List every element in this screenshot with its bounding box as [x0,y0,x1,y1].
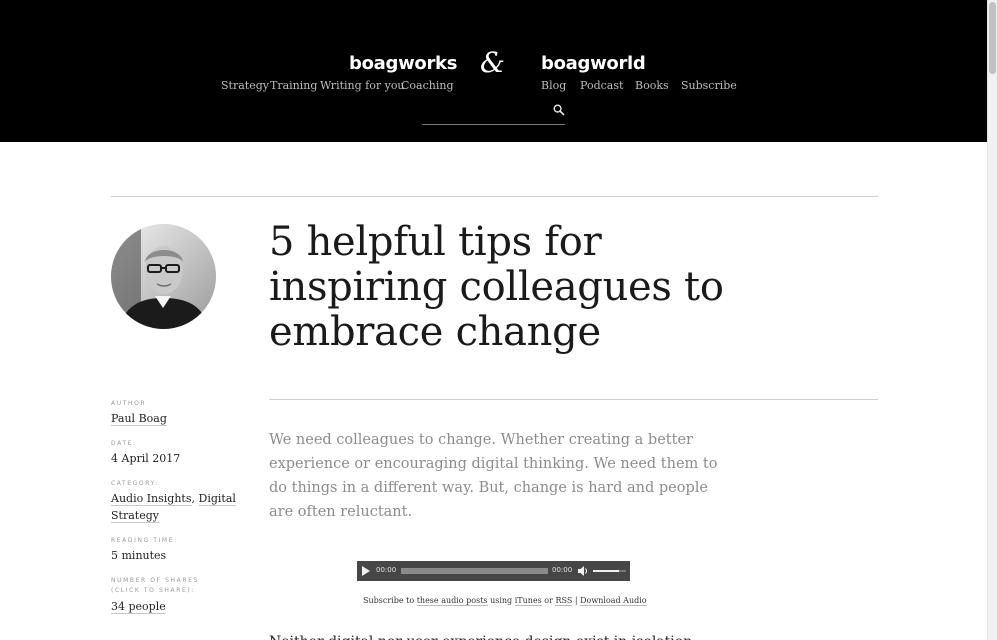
subscribe-or: or [544,596,553,605]
shares-label-hint: (CLICK TO SHARE): [111,587,195,594]
lede-divider [269,399,878,400]
subscribe-prefix: Subscribe to [363,596,415,605]
site-header: boagworks & boagworld Strategy Training … [0,0,987,142]
reading-time-label: READING TIME: [111,537,178,544]
nav-strategy[interactable]: Strategy [221,79,269,92]
ampersand-logo: & [480,46,505,79]
subscribe-separator: | [574,596,578,605]
article-title: 5 helpful tips for inspiring colleagues … [269,219,724,355]
author-label: AUTHOR [111,400,147,407]
volume-slider[interactable] [593,570,626,572]
audio-player: 00:00 00:00 [357,561,630,581]
author-avatar [111,224,216,329]
nav-coaching[interactable]: Coaching [401,79,454,92]
author-link[interactable]: Paul Boag [111,412,167,426]
boagworks-logo[interactable]: boagworks [349,53,457,74]
itunes-link[interactable]: iTunes [514,596,542,606]
current-time: 00:00 [376,566,397,574]
category-link-audio-insights[interactable]: Audio Insights [111,492,192,506]
subscribe-line: Subscribe to these audio posts using iTu… [363,596,647,606]
download-audio-link[interactable]: Download Audio [580,596,647,606]
page-scrollbar[interactable] [987,0,997,640]
search-input[interactable] [422,103,547,123]
boagworld-logo[interactable]: boagworld [541,53,646,74]
author-photo [111,224,216,329]
rss-link[interactable]: RSS [555,596,573,606]
category-label: CATEGORY: [111,480,159,487]
play-icon[interactable] [362,566,370,576]
search-icon[interactable] [553,104,565,116]
audio-posts-link[interactable]: these audio posts [416,596,488,606]
shares-value: 34 people [111,598,166,615]
duration: 00:00 [552,566,573,574]
shares-label: NUMBER OF SHARES [111,577,199,584]
reading-time-value: 5 minutes [111,549,167,562]
speaker-icon[interactable] [577,565,589,577]
nav-books[interactable]: Books [635,79,669,92]
volume-level [593,570,620,572]
date-value: 4 April 2017 [111,452,181,465]
category-separator: , [191,492,196,505]
article-body-start: Neither digital nor user experience desi… [269,630,709,640]
author-value: Paul Boag [111,410,167,427]
search-box [422,101,565,125]
nav-writing-for-you[interactable]: Writing for you [320,79,405,92]
date-label: DATE: [111,440,137,447]
nav-subscribe[interactable]: Subscribe [681,79,737,92]
nav-podcast[interactable]: Podcast [580,79,623,92]
nav-blog[interactable]: Blog [541,79,566,92]
progress-track[interactable] [401,568,548,574]
nav-training[interactable]: Training [270,79,317,92]
scrollbar-thumb[interactable] [989,2,996,74]
category-value: Audio Insights, Digital Strategy [111,490,241,524]
article-lede: We need colleagues to change. Whether cr… [269,432,718,520]
shares-link[interactable]: 34 people [111,600,166,614]
subscribe-using: using [490,596,513,605]
top-divider [111,196,878,197]
